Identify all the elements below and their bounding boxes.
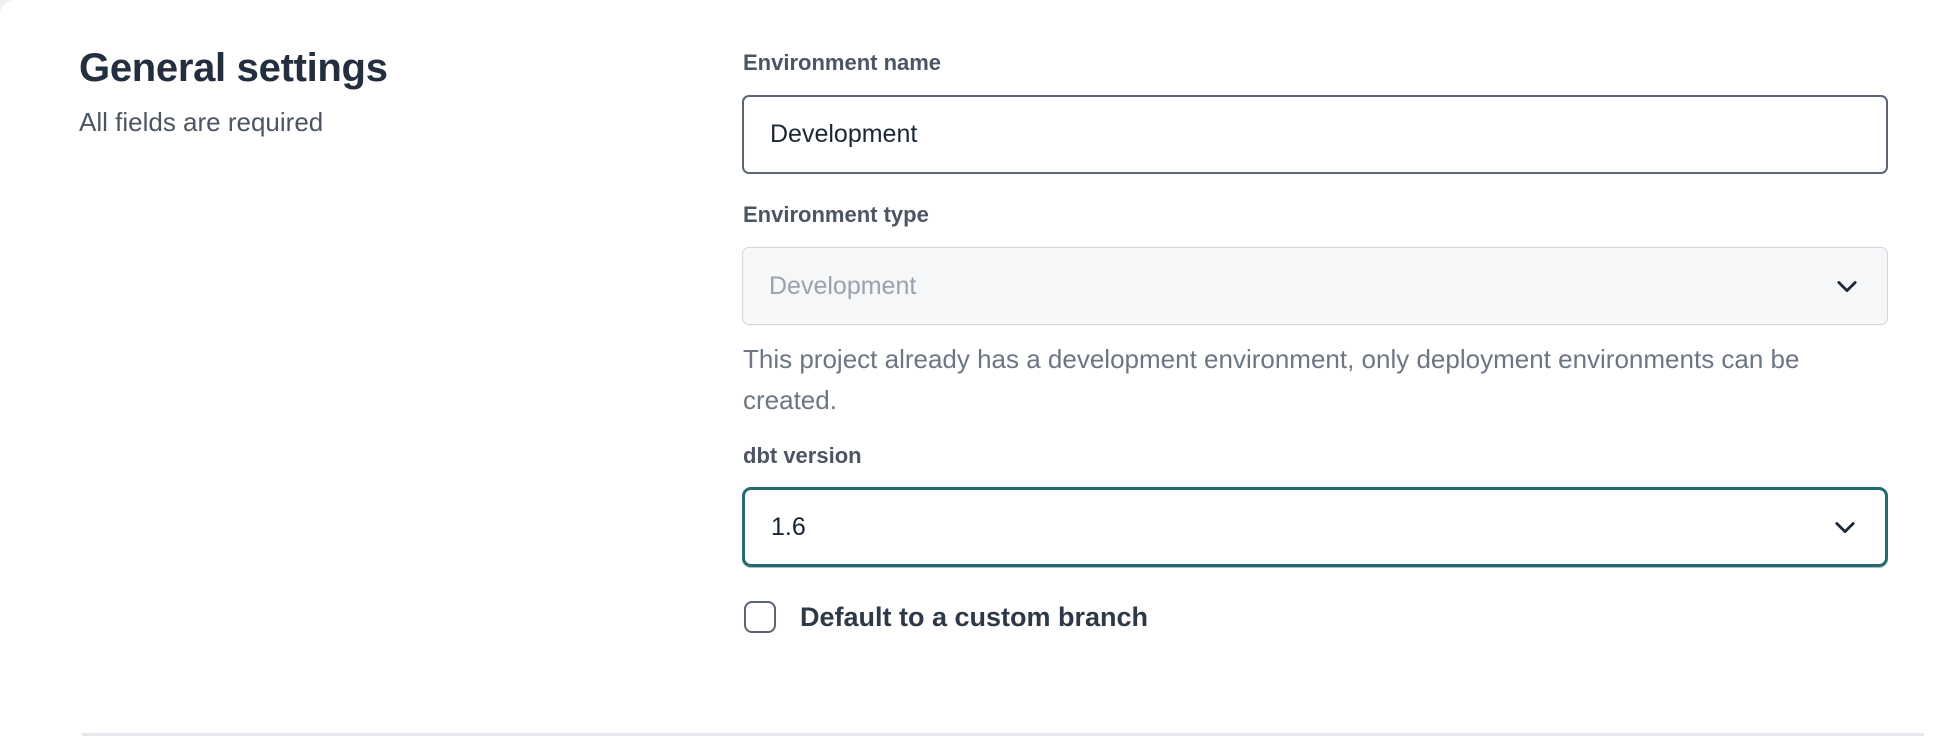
- custom-branch-label[interactable]: Default to a custom branch: [800, 602, 1148, 633]
- section-divider: [82, 733, 1924, 736]
- settings-card: General settings All fields are required…: [0, 0, 1958, 740]
- environment-name-input[interactable]: [742, 95, 1888, 174]
- environment-type-value: Development: [769, 272, 916, 301]
- section-header: General settings All fields are required: [79, 42, 639, 139]
- environment-type-help-text: This project already has a development e…: [743, 339, 1883, 421]
- dbt-version-value: 1.6: [771, 513, 806, 542]
- page-subtitle: All fields are required: [79, 105, 639, 139]
- custom-branch-checkbox[interactable]: [744, 601, 776, 633]
- dbt-version-select[interactable]: 1.6: [742, 487, 1888, 567]
- page-background: General settings All fields are required…: [0, 0, 1958, 740]
- environment-type-label: Environment type: [743, 200, 929, 230]
- settings-form: Environment name Environment type Develo…: [742, 0, 1888, 740]
- environment-type-select: Development: [742, 247, 1888, 325]
- dbt-version-label: dbt version: [743, 441, 862, 471]
- environment-name-label: Environment name: [743, 48, 941, 78]
- chevron-down-icon: [1831, 513, 1859, 541]
- chevron-down-icon: [1833, 272, 1861, 300]
- page-title: General settings: [79, 42, 639, 94]
- custom-branch-row: Default to a custom branch: [744, 601, 1148, 633]
